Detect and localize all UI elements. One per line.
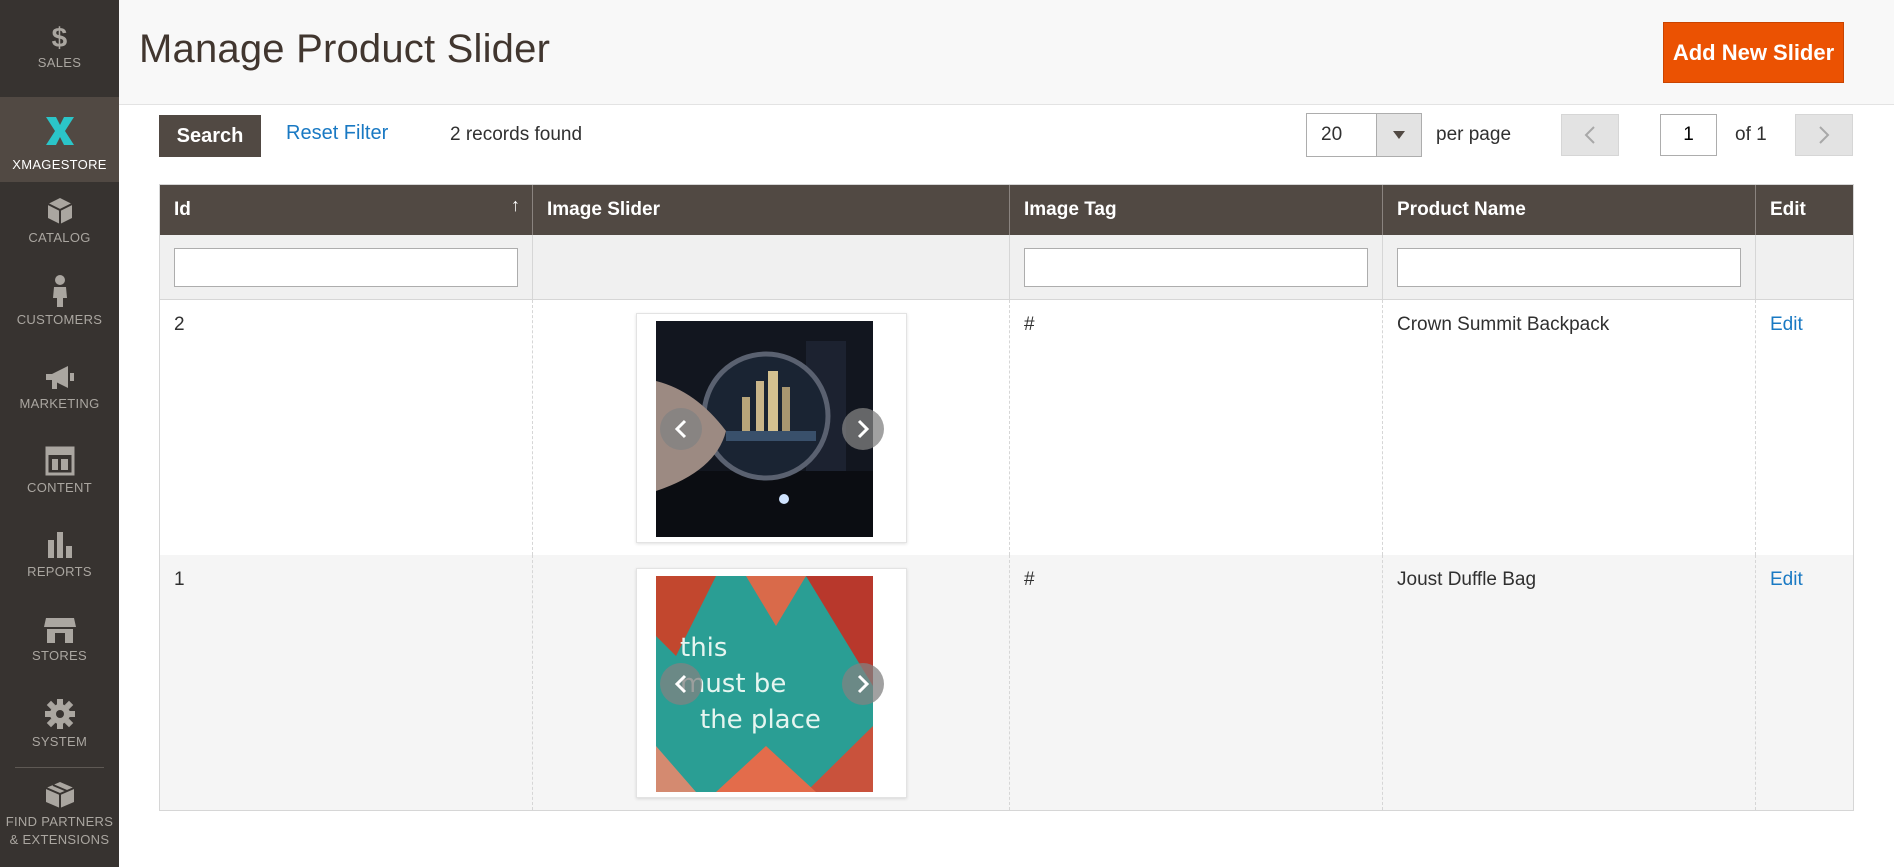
column-header-id[interactable]: Id ↑ [160, 185, 533, 235]
sidebar-item-system[interactable]: System [0, 698, 119, 768]
column-header-label: Id [174, 199, 191, 220]
edit-link[interactable]: Edit [1770, 314, 1803, 335]
sidebar-item-reports[interactable]: Reports [0, 530, 119, 600]
gear-icon [0, 698, 119, 733]
sidebar-item-label: System [31, 734, 88, 749]
grid-filter-row [160, 235, 1853, 300]
sidebar-item-sales[interactable]: $ Sales [0, 22, 119, 97]
cell-edit: Edit [1756, 300, 1853, 555]
sidebar-item-label: Stores [31, 648, 88, 663]
sidebar-item-customers[interactable]: Customers [0, 274, 119, 344]
megaphone-icon [0, 364, 119, 395]
filter-cell [160, 235, 533, 299]
column-header-edit: Edit [1756, 185, 1853, 235]
sidebar-item-label: Sales [37, 55, 82, 70]
bar-chart-icon [0, 530, 119, 563]
filter-cell [1756, 235, 1853, 299]
sidebar-item-label: Reports [27, 564, 92, 579]
product-name-filter-input[interactable] [1397, 248, 1741, 287]
edit-link[interactable]: Edit [1770, 569, 1803, 590]
dollar-icon: $ [51, 22, 68, 53]
table-row[interactable]: 1 this must be the place # Joust Duffle … [160, 555, 1853, 810]
column-header-image-tag[interactable]: Image Tag [1010, 185, 1383, 235]
layout-icon [0, 446, 119, 479]
column-header-label: Edit [1770, 199, 1806, 220]
image-slider-thumbnail [636, 313, 907, 543]
table-row[interactable]: 2 # Crown Summit Backpack Edit [160, 300, 1853, 555]
total-pages-label: of 1 [1735, 124, 1767, 145]
sidebar-item-content[interactable]: Content [0, 446, 119, 516]
sidebar-item-label: Customers [16, 312, 103, 327]
id-filter-input[interactable] [174, 248, 518, 287]
cell-image-tag: # [1010, 300, 1383, 555]
sidebar-item-label: Marketing [19, 396, 100, 411]
sidebar-item-stores[interactable]: Stores [0, 616, 119, 686]
cell-id: 2 [160, 300, 533, 555]
page-title: Manage Product Slider [139, 27, 551, 71]
column-header-label: Image Slider [547, 199, 660, 220]
sidebar-item-find-partners[interactable]: Find Partners & Extensions [0, 780, 119, 862]
slider-next-button[interactable] [842, 408, 884, 450]
filter-cell [1010, 235, 1383, 299]
chevron-right-icon [857, 674, 870, 694]
slider-next-button[interactable] [842, 663, 884, 705]
next-page-button[interactable] [1795, 114, 1853, 156]
sort-ascending-icon: ↑ [511, 195, 520, 215]
search-button[interactable]: Search [159, 115, 261, 157]
admin-sidebar: $ Sales XMAGESTORE Catalog Customers Mar… [0, 0, 119, 867]
chevron-right-icon [1819, 126, 1830, 144]
filter-cell [533, 235, 1010, 299]
person-icon [0, 274, 119, 311]
sidebar-item-xmagestore[interactable]: XMAGESTORE [0, 97, 119, 182]
cell-image-tag: # [1010, 555, 1383, 810]
sidebar-item-label: Catalog [28, 230, 91, 245]
sidebar-item-label-2: & Extensions [9, 832, 110, 847]
sidebar-item-label: Find Partners [5, 814, 114, 829]
image-slider-thumbnail: this must be the place [636, 568, 907, 798]
chevron-left-icon [674, 674, 687, 694]
cell-product-name: Joust Duffle Bag [1383, 555, 1756, 810]
sidebar-item-marketing[interactable]: Marketing [0, 364, 119, 434]
cell-edit: Edit [1756, 555, 1853, 810]
sidebar-item-label: Content [27, 480, 92, 495]
column-header-label: Product Name [1397, 199, 1526, 220]
cube-icon [0, 196, 119, 229]
cell-image-slider: this must be the place [533, 555, 1010, 810]
per-page-value: 20 [1321, 124, 1343, 145]
column-header-product-name[interactable]: Product Name [1383, 185, 1756, 235]
records-found: 2 records found [450, 124, 583, 145]
sidebar-item-catalog[interactable]: Catalog [0, 196, 119, 266]
caret-down-icon [1392, 131, 1405, 139]
column-header-image-slider[interactable]: Image Slider [533, 185, 1010, 235]
partners-box-icon [0, 780, 119, 813]
per-page-label: per page [1436, 124, 1512, 145]
slider-prev-button[interactable] [660, 408, 702, 450]
column-header-label: Image Tag [1024, 199, 1117, 220]
chevron-right-icon [857, 419, 870, 439]
page-number-input[interactable] [1660, 114, 1717, 156]
grid-header-row: Id ↑ Image Slider Image Tag Product Name… [160, 185, 1853, 235]
filter-cell [1383, 235, 1756, 299]
per-page-dropdown-button[interactable] [1375, 114, 1421, 156]
cell-id: 1 [160, 555, 533, 810]
chevron-left-icon [1584, 126, 1595, 144]
image-tag-filter-input[interactable] [1024, 248, 1368, 287]
xmagestore-logo-icon [0, 113, 119, 152]
chevron-left-icon [674, 419, 687, 439]
sidebar-item-label: XMAGESTORE [12, 157, 107, 172]
slider-prev-button[interactable] [660, 663, 702, 705]
add-new-slider-button[interactable]: Add New Slider [1663, 22, 1844, 83]
reset-filter-link[interactable]: Reset Filter [286, 122, 388, 145]
page-header: Manage Product Slider Add New Slider [119, 0, 1894, 105]
storefront-icon [0, 616, 119, 647]
per-page-select[interactable]: 20 [1306, 113, 1422, 157]
sidebar-divider [15, 767, 104, 768]
slider-grid: Id ↑ Image Slider Image Tag Product Name… [159, 184, 1854, 811]
previous-page-button[interactable] [1561, 114, 1619, 156]
cell-image-slider [533, 300, 1010, 555]
cell-product-name: Crown Summit Backpack [1383, 300, 1756, 555]
